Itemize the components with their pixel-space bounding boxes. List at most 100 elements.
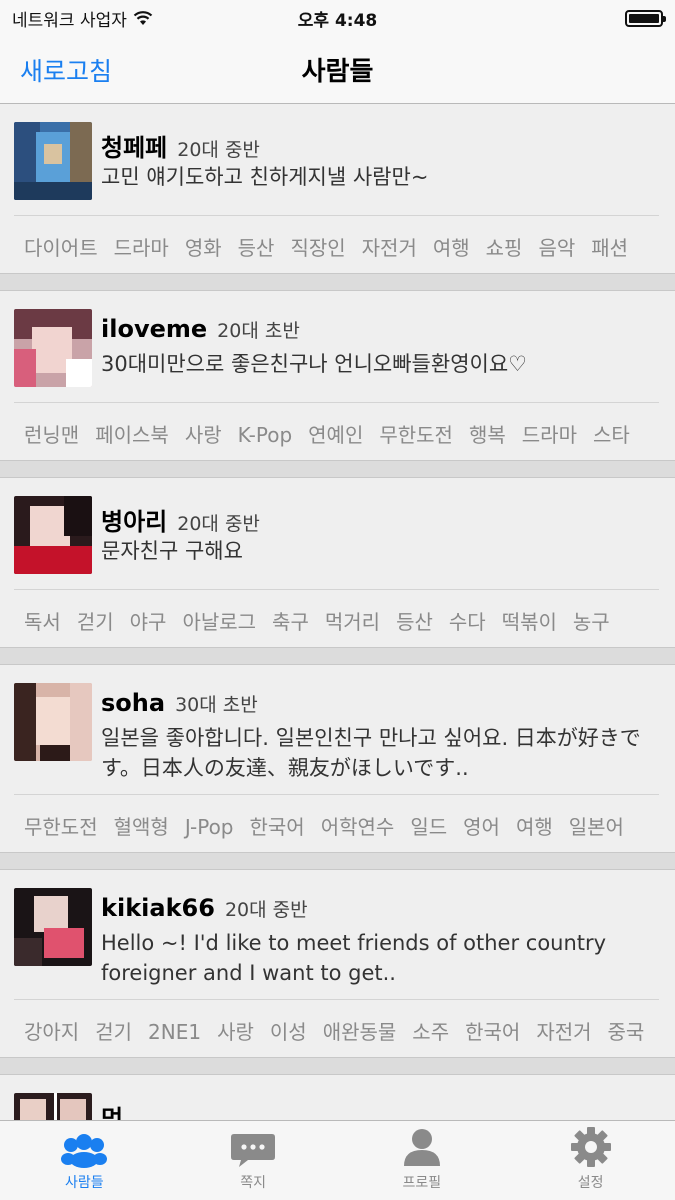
tag[interactable]: 여행 bbox=[516, 815, 553, 839]
tag[interactable]: 걷기 bbox=[77, 610, 114, 634]
tab-profile[interactable]: 프로필 bbox=[338, 1121, 507, 1200]
people-list[interactable]: 청페페 20대 중반 고민 얘기도하고 친하게지낼 사람만~ 다이어트 드라마 영화… bbox=[0, 104, 675, 1120]
person-name: 멍 bbox=[101, 1105, 124, 1120]
avatar[interactable] bbox=[14, 888, 92, 966]
name-line: kikiak66 20대 중반 bbox=[101, 894, 308, 922]
person-message: 일본을 좋아합니다. 일본인친구 만나고 싶어요. 日本が好きです。日本人の友達… bbox=[101, 726, 641, 780]
tab-people[interactable]: 사람들 bbox=[0, 1121, 169, 1200]
tag[interactable]: 페이스북 bbox=[95, 423, 169, 447]
tag[interactable]: 수다 bbox=[449, 610, 486, 634]
tag[interactable]: 야구 bbox=[130, 610, 167, 634]
tag[interactable]: 등산 bbox=[238, 236, 275, 260]
person-card[interactable]: soha 30대 초반 일본을 좋아합니다. 일본인친구 만나고 싶어요. 日本… bbox=[0, 665, 675, 853]
divider bbox=[14, 215, 659, 216]
avatar[interactable] bbox=[14, 496, 92, 574]
person-message: 고민 얘기도하고 친하게지낼 사람만~ bbox=[101, 165, 429, 189]
tag[interactable]: 등산 bbox=[396, 610, 433, 634]
avatar[interactable] bbox=[14, 122, 92, 200]
tag[interactable]: 혈액형 bbox=[114, 815, 169, 839]
tab-label: 설정 bbox=[577, 1175, 604, 1191]
section-gap bbox=[0, 461, 675, 478]
divider bbox=[14, 402, 659, 403]
status-left: 네트워크 사업자 bbox=[12, 6, 153, 31]
avatar[interactable] bbox=[14, 309, 92, 387]
tag[interactable]: 드라마 bbox=[114, 236, 169, 260]
tag[interactable]: 강아지 bbox=[24, 1020, 79, 1044]
person-message: 문자친구 구해요 bbox=[101, 539, 243, 563]
tag[interactable]: 일드 bbox=[410, 815, 447, 839]
tag[interactable]: 다이어트 bbox=[24, 236, 98, 260]
tab-label: 프로필 bbox=[402, 1175, 442, 1191]
tag[interactable]: 패션 bbox=[591, 236, 628, 260]
navigation-bar: 새로고침 사람들 bbox=[0, 36, 675, 104]
name-line: 멍 bbox=[101, 1099, 133, 1120]
tag[interactable]: 걷기 bbox=[95, 1020, 132, 1044]
person-message: 30대미만으로 좋은친구나 언니오빠들환영이요♡ bbox=[101, 352, 527, 376]
person-card[interactable]: 멍 bbox=[0, 1075, 675, 1120]
tab-messages[interactable]: 쪽지 bbox=[169, 1121, 338, 1200]
tag[interactable]: 연예인 bbox=[308, 423, 363, 447]
person-card[interactable]: iloveme 20대 초반 30대미만으로 좋은친구나 언니오빠들환영이요♡ … bbox=[0, 291, 675, 461]
tag[interactable]: 농구 bbox=[573, 610, 610, 634]
name-line: 병아리 20대 중반 bbox=[101, 502, 260, 537]
person-card[interactable]: 청페페 20대 중반 고민 얘기도하고 친하게지낼 사람만~ 다이어트 드라마 영화… bbox=[0, 104, 675, 274]
avatar[interactable] bbox=[14, 1093, 92, 1120]
tag[interactable]: 소주 bbox=[412, 1020, 449, 1044]
tag[interactable]: 어학연수 bbox=[321, 815, 395, 839]
person-card[interactable]: 병아리 20대 중반 문자친구 구해요 독서 걷기 야구 아날로그 축구 먹거리 등산 수다 떡… bbox=[0, 478, 675, 648]
person-name: 청페페 bbox=[101, 134, 168, 162]
person-age: 20대 중반 bbox=[177, 513, 260, 535]
tag[interactable]: 자전거 bbox=[536, 1020, 591, 1044]
tag[interactable]: 여행 bbox=[433, 236, 470, 260]
avatar[interactable] bbox=[14, 683, 92, 761]
page-title: 사람들 bbox=[301, 57, 374, 87]
tag-list: 독서 걷기 야구 아날로그 축구 먹거리 등산 수다 떡볶이 농구 bbox=[0, 606, 659, 635]
tag[interactable]: 행복 bbox=[469, 423, 506, 447]
tab-settings[interactable]: 설정 bbox=[506, 1121, 675, 1200]
tag[interactable]: 사랑 bbox=[185, 423, 222, 447]
tag[interactable]: 사랑 bbox=[217, 1020, 254, 1044]
tag[interactable]: 자전거 bbox=[362, 236, 417, 260]
tag-list: 런닝맨 페이스북 사랑 K-Pop 연예인 무한도전 행복 드라마 스타 bbox=[0, 419, 659, 448]
tag[interactable]: 2NE1 bbox=[148, 1020, 201, 1044]
tag[interactable]: 쇼핑 bbox=[486, 236, 523, 260]
tag[interactable]: 이성 bbox=[270, 1020, 307, 1044]
tag[interactable]: 런닝맨 bbox=[24, 423, 79, 447]
people-icon bbox=[61, 1134, 108, 1168]
tag-list: 무한도전 혈액형 J-Pop 한국어 어학연수 일드 영어 여행 일본어 bbox=[0, 811, 659, 840]
tag[interactable]: 드라마 bbox=[522, 423, 577, 447]
tag[interactable]: 애완동물 bbox=[323, 1020, 397, 1044]
tag[interactable]: 축구 bbox=[272, 610, 309, 634]
divider bbox=[14, 999, 659, 1000]
tag[interactable]: K-Pop bbox=[238, 423, 293, 447]
tag-list: 강아지 걷기 2NE1 사랑 이성 애완동물 소주 한국어 자전거 중국 bbox=[0, 1016, 659, 1045]
tab-label: 사람들 bbox=[65, 1175, 104, 1191]
tag[interactable]: 음악 bbox=[538, 236, 575, 260]
tag[interactable]: 독서 bbox=[24, 610, 61, 634]
tag[interactable]: 한국어 bbox=[465, 1020, 520, 1044]
tag[interactable]: 아날로그 bbox=[182, 610, 256, 634]
section-gap bbox=[0, 1058, 675, 1075]
person-age: 20대 중반 bbox=[224, 899, 308, 921]
tag[interactable]: 일본어 bbox=[569, 815, 624, 839]
tag[interactable]: J-Pop bbox=[185, 815, 234, 839]
section-gap bbox=[0, 648, 675, 665]
name-line: 청페페 20대 중반 bbox=[101, 128, 260, 163]
tag[interactable]: 한국어 bbox=[250, 815, 305, 839]
person-name: kikiak66 bbox=[101, 894, 215, 922]
tag[interactable]: 무한도전 bbox=[379, 423, 453, 447]
tag[interactable]: 영어 bbox=[463, 815, 500, 839]
gear-icon bbox=[570, 1127, 611, 1167]
section-gap bbox=[0, 853, 675, 870]
person-age: 20대 중반 bbox=[177, 139, 260, 161]
person-name: iloveme bbox=[101, 315, 208, 343]
tag[interactable]: 스타 bbox=[593, 423, 630, 447]
tag[interactable]: 먹거리 bbox=[325, 610, 380, 634]
person-card[interactable]: kikiak66 20대 중반 Hello ~! I'd like to mee… bbox=[0, 870, 675, 1058]
tag[interactable]: 영화 bbox=[185, 236, 222, 260]
tag[interactable]: 무한도전 bbox=[24, 815, 98, 839]
tag[interactable]: 직장인 bbox=[290, 236, 345, 260]
tag[interactable]: 떡볶이 bbox=[502, 610, 557, 634]
tag[interactable]: 중국 bbox=[608, 1020, 645, 1044]
message-bubble-icon bbox=[231, 1134, 276, 1167]
